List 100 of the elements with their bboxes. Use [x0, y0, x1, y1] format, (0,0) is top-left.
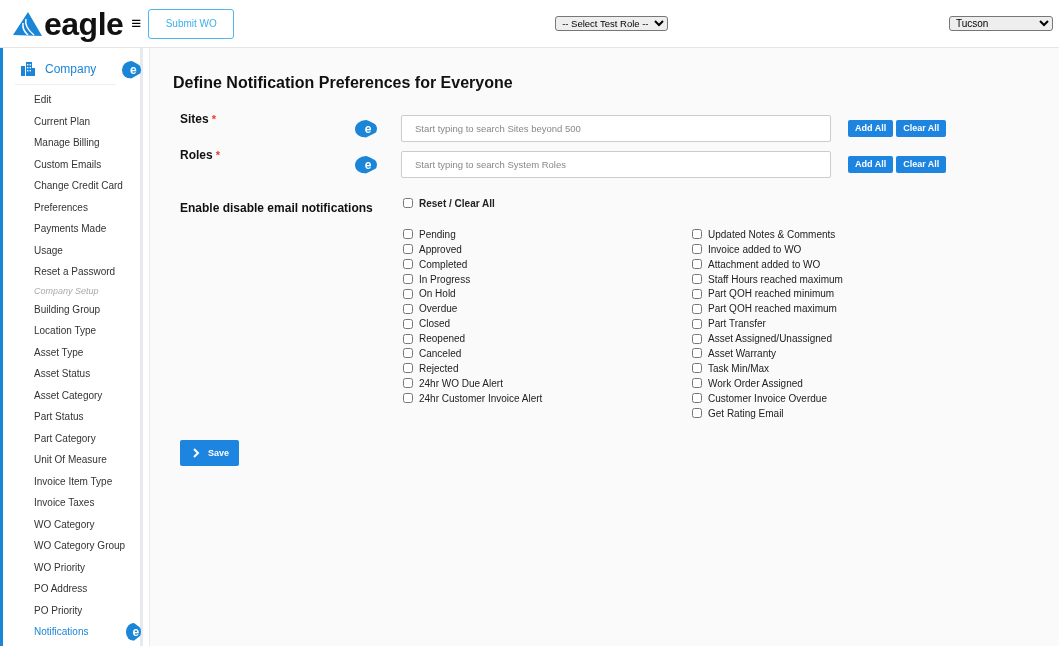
- sidebar-item[interactable]: Usage: [34, 244, 63, 256]
- checkbox-label: Updated Notes & Comments: [708, 228, 836, 240]
- checkbox-label: On Hold: [419, 288, 456, 300]
- sidebar-item[interactable]: Location Type: [34, 325, 97, 337]
- hint-badge[interactable]: e: [126, 622, 141, 641]
- checkbox-label: Get Rating Email: [708, 407, 784, 419]
- required-mark: *: [215, 149, 220, 161]
- checkbox-label: Asset Warranty: [708, 347, 776, 359]
- site-select[interactable]: Tucson: [949, 16, 1053, 31]
- checkbox[interactable]: [692, 288, 702, 299]
- required-mark: *: [211, 113, 216, 125]
- section-label: Enable disable email notifications: [180, 201, 374, 217]
- checkbox[interactable]: [403, 288, 413, 299]
- hint-badge[interactable]: e: [121, 60, 141, 79]
- checkbox[interactable]: [692, 244, 702, 255]
- sidebar-item[interactable]: Asset Status: [34, 368, 91, 380]
- sidebar-item[interactable]: Building Group: [34, 303, 101, 315]
- checkbox-label: Canceled: [419, 347, 462, 359]
- checkbox[interactable]: [403, 244, 413, 255]
- checkbox-label: Completed: [419, 258, 468, 270]
- checkbox-label: Attachment added to WO: [708, 258, 821, 270]
- menu-button[interactable]: ≡: [127, 13, 146, 34]
- checkbox-label: Approved: [419, 243, 462, 255]
- checkbox[interactable]: [403, 393, 413, 404]
- sidebar-item[interactable]: Asset Category: [34, 389, 103, 401]
- company-menu-header[interactable]: Company: [15, 54, 116, 85]
- sidebar-item[interactable]: Reset a Password: [34, 266, 116, 278]
- checkbox[interactable]: [403, 259, 413, 270]
- checkbox[interactable]: [692, 348, 702, 359]
- checkbox[interactable]: [403, 198, 413, 209]
- checkbox[interactable]: [403, 274, 413, 284]
- checkbox-label: In Progress: [419, 273, 471, 285]
- add-all-button[interactable]: Add All: [848, 119, 894, 137]
- checkbox[interactable]: [692, 303, 702, 314]
- checkbox[interactable]: [403, 378, 413, 389]
- checkbox[interactable]: [692, 229, 702, 240]
- logo-text: eagle: [44, 7, 124, 40]
- field-label: Sites: [180, 112, 209, 126]
- checkbox[interactable]: [692, 333, 702, 344]
- checkbox-label: 24hr WO Due Alert: [419, 377, 503, 389]
- field-label: Roles: [180, 148, 213, 162]
- sidebar-item[interactable]: Notifications: [34, 626, 89, 638]
- checkbox[interactable]: [403, 348, 413, 359]
- checkbox[interactable]: [692, 259, 702, 270]
- search-field[interactable]: Start typing to search System Roles: [401, 150, 831, 178]
- hint-badge[interactable]: e: [355, 155, 377, 174]
- sidebar-item[interactable]: Preferences: [34, 201, 88, 213]
- sidebar-item[interactable]: WO Category Group: [34, 540, 126, 552]
- sidebar-item[interactable]: Current Plan: [34, 115, 91, 127]
- sidebar-item[interactable]: PO Address: [34, 583, 88, 595]
- sidebar-item[interactable]: Unit Of Measure: [34, 454, 107, 466]
- checkbox[interactable]: [692, 378, 702, 389]
- checkbox-label: Reopened: [419, 333, 466, 345]
- sidebar-section-heading: Company Setup: [34, 284, 100, 298]
- search-field[interactable]: Start typing to search Sites beyond 500: [401, 114, 831, 142]
- checkbox-label: Overdue: [419, 303, 458, 315]
- sidebar-item[interactable]: Change Credit Card: [34, 180, 123, 192]
- hint-badge[interactable]: e: [355, 119, 377, 138]
- wing-logo-icon: [12, 10, 42, 37]
- sidebar-item[interactable]: Part Status: [34, 411, 84, 423]
- checkbox[interactable]: [692, 393, 702, 404]
- sidebar-item[interactable]: Asset Type: [34, 346, 84, 358]
- checkbox-label: Work Order Assigned: [708, 377, 803, 389]
- checkbox-label: Asset Assigned/Unassigned: [708, 333, 832, 345]
- checkbox-label: Closed: [419, 318, 451, 330]
- checkbox[interactable]: [403, 333, 413, 344]
- checkbox[interactable]: [403, 363, 413, 374]
- checkbox-label: Part QOH reached minimum: [708, 288, 835, 300]
- sidebar-item[interactable]: WO Category: [34, 518, 95, 530]
- sidebar-item[interactable]: Invoice Taxes: [34, 497, 95, 509]
- checkbox-label: Rejected: [419, 362, 459, 374]
- checkbox-label: Staff Hours reached maximum: [708, 273, 843, 285]
- sidebar-item[interactable]: Payments Made: [34, 223, 107, 235]
- checkbox[interactable]: [692, 318, 702, 329]
- test-role-select[interactable]: -- Select Test Role --: [555, 16, 669, 31]
- page-title: Define Notification Preferences for Everyone: [173, 74, 514, 92]
- sidebar-item[interactable]: Invoice Item Type: [34, 475, 113, 487]
- checkbox-label: 24hr Customer Invoice Alert: [419, 392, 543, 404]
- chevron-right-icon: [193, 448, 200, 459]
- save-button[interactable]: Save: [180, 440, 239, 467]
- checkbox-label: Part Transfer: [708, 318, 766, 330]
- checkbox[interactable]: [692, 274, 702, 284]
- sidebar-item[interactable]: Part Category: [34, 432, 96, 444]
- checkbox[interactable]: [692, 363, 702, 374]
- sidebar-item[interactable]: Manage Billing: [34, 137, 100, 149]
- checkbox[interactable]: [403, 318, 413, 329]
- sidebar-item[interactable]: Edit: [34, 94, 52, 106]
- building-icon: [21, 62, 35, 76]
- checkbox-label: Invoice added to WO: [708, 243, 802, 255]
- checkbox-label: Reset / Clear All: [419, 197, 495, 209]
- sidebar-item[interactable]: PO Priority: [34, 604, 83, 616]
- clear-all-button[interactable]: Clear All: [896, 155, 947, 173]
- clear-all-button[interactable]: Clear All: [896, 119, 947, 137]
- sidebar-item[interactable]: WO Priority: [34, 561, 86, 573]
- add-all-button[interactable]: Add All: [848, 155, 894, 173]
- checkbox[interactable]: [403, 303, 413, 314]
- checkbox[interactable]: [692, 408, 702, 418]
- sidebar-item[interactable]: Custom Emails: [34, 158, 102, 170]
- checkbox[interactable]: [403, 229, 413, 240]
- checkbox-label: Pending: [419, 228, 456, 240]
